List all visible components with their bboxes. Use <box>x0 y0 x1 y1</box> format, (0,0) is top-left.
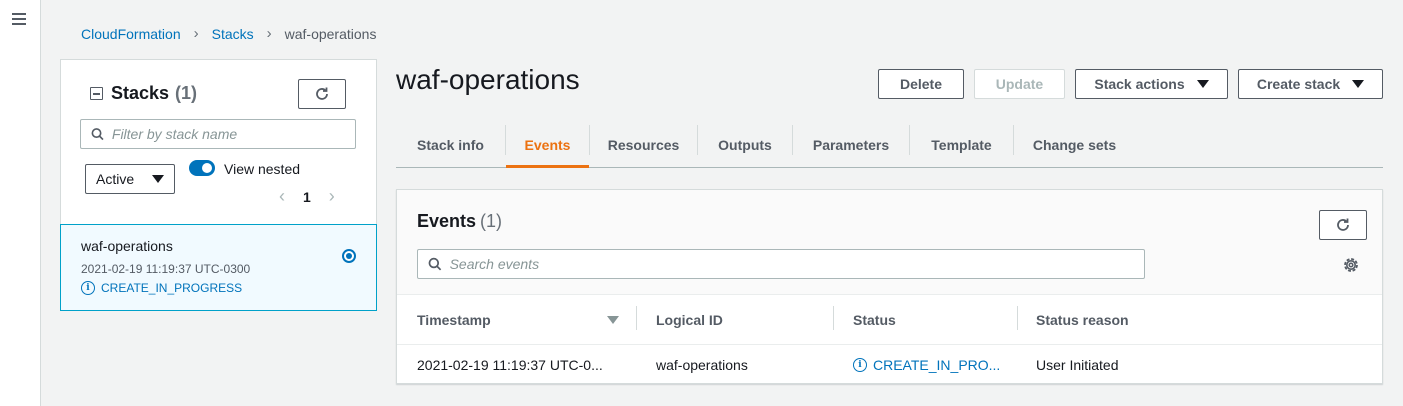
column-header-logical-id[interactable]: Logical ID <box>656 312 723 328</box>
column-header-timestamp[interactable]: Timestamp <box>417 312 491 328</box>
pagination: ‹ 1 › <box>279 186 335 207</box>
refresh-icon <box>1337 218 1349 231</box>
tab-events[interactable]: Events <box>506 125 589 168</box>
tab-outputs[interactable]: Outputs <box>698 125 792 165</box>
stack-select-radio[interactable] <box>342 249 356 263</box>
stacks-panel-title: Stacks <box>111 83 170 103</box>
breadcrumb-current: waf-operations <box>284 25 377 42</box>
sort-descending-icon[interactable] <box>607 316 619 324</box>
stack-tabs: Stack info Events Resources Outputs Para… <box>396 119 1383 168</box>
menu-icon[interactable] <box>12 13 26 25</box>
stacks-panel-header: Stacks (1) <box>90 83 197 104</box>
search-icon <box>91 128 104 141</box>
chevron-right-icon: › <box>266 25 272 42</box>
delete-button[interactable]: Delete <box>878 69 964 99</box>
update-button-label: Update <box>995 76 1044 92</box>
event-status-reason: User Initiated <box>1036 357 1119 373</box>
refresh-icon <box>316 87 328 100</box>
page-title: waf-operations <box>396 64 580 95</box>
event-status: i CREATE_IN_PRO... <box>853 357 1000 373</box>
column-header-status[interactable]: Status <box>853 312 896 328</box>
stack-list-item[interactable]: waf-operations 2021-02-19 11:19:37 UTC-0… <box>60 224 377 311</box>
refresh-events-button[interactable] <box>1319 210 1367 240</box>
gear-icon[interactable] <box>1342 256 1360 274</box>
event-status-text: CREATE_IN_PRO... <box>873 357 1001 373</box>
stack-status: i CREATE_IN_PROGRESS <box>81 281 242 295</box>
view-nested-label: View nested <box>224 161 301 177</box>
page-number[interactable]: 1 <box>303 189 311 205</box>
event-logical-id: waf-operations <box>656 357 748 373</box>
chevron-left-icon[interactable]: ‹ <box>279 186 285 207</box>
stack-status-text: CREATE_IN_PROGRESS <box>101 281 243 295</box>
breadcrumb-stacks[interactable]: Stacks <box>212 26 254 42</box>
create-stack-button[interactable]: Create stack <box>1238 69 1383 99</box>
tab-stack-info[interactable]: Stack info <box>396 125 505 165</box>
chevron-right-icon: › <box>193 25 199 42</box>
events-title: Events (1) <box>417 211 502 232</box>
events-search-input[interactable] <box>449 256 1144 272</box>
breadcrumb-cloudformation[interactable]: CloudFormation <box>81 26 181 42</box>
info-icon: i <box>853 358 867 372</box>
info-icon: i <box>81 281 95 295</box>
stack-name[interactable]: waf-operations <box>81 238 173 254</box>
stack-status-select[interactable]: Active <box>85 164 175 194</box>
stacks-count: (1) <box>175 83 198 103</box>
view-nested-toggle[interactable] <box>189 160 215 176</box>
tab-change-sets[interactable]: Change sets <box>1014 125 1135 165</box>
events-count: (1) <box>480 211 503 231</box>
stack-timestamp: 2021-02-19 11:19:37 UTC-0300 <box>81 262 251 276</box>
stack-actions-button[interactable]: Stack actions <box>1075 69 1228 99</box>
side-navigation-rail <box>0 0 41 406</box>
event-timestamp: 2021-02-19 11:19:37 UTC-0... <box>417 357 603 373</box>
refresh-stacks-button[interactable] <box>298 79 346 109</box>
stack-filter-input[interactable] <box>111 126 355 142</box>
tab-resources[interactable]: Resources <box>590 125 697 165</box>
caret-down-icon <box>152 175 164 183</box>
events-title-text: Events <box>417 211 477 231</box>
table-row-divider <box>397 344 1382 345</box>
create-stack-label: Create stack <box>1256 76 1341 92</box>
column-divider <box>636 306 637 330</box>
breadcrumb: CloudFormation › Stacks › waf-operations <box>81 25 376 42</box>
tab-template[interactable]: Template <box>910 125 1013 165</box>
stack-actions-label: Stack actions <box>1094 76 1185 92</box>
stack-status-select-value: Active <box>96 171 135 187</box>
stack-filter-input-wrapper[interactable] <box>80 119 356 149</box>
column-divider <box>833 306 834 330</box>
events-header: Events (1) <box>397 190 1382 295</box>
tab-parameters[interactable]: Parameters <box>793 125 909 165</box>
caret-down-icon <box>1196 80 1209 88</box>
chevron-right-icon[interactable]: › <box>329 186 335 207</box>
events-search-wrapper[interactable] <box>417 249 1145 279</box>
caret-down-icon <box>1352 80 1365 88</box>
update-button[interactable]: Update <box>974 69 1065 99</box>
events-panel: Events(1) Timestamp Logical ID Status St… <box>396 189 1383 384</box>
collapse-icon[interactable] <box>90 87 103 100</box>
delete-button-label: Delete <box>899 76 943 92</box>
column-header-status-reason[interactable]: Status reason <box>1036 312 1129 328</box>
search-icon <box>428 257 442 271</box>
column-divider <box>1017 306 1018 330</box>
